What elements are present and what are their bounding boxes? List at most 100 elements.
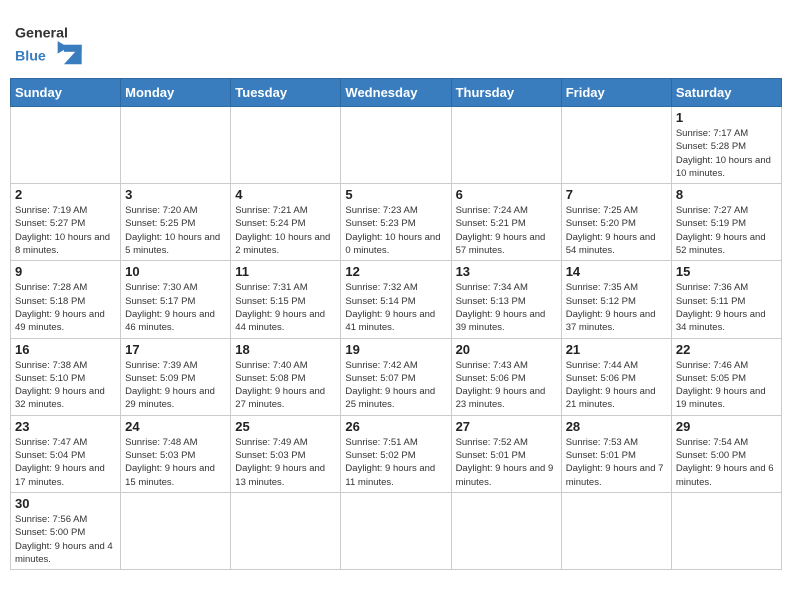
calendar-cell: 14Sunrise: 7:35 AM Sunset: 5:12 PM Dayli… bbox=[561, 261, 671, 338]
day-info: Sunrise: 7:47 AM Sunset: 5:04 PM Dayligh… bbox=[15, 436, 116, 489]
day-number: 26 bbox=[345, 419, 446, 434]
day-number: 15 bbox=[676, 264, 777, 279]
calendar-cell: 5 Sunrise: 7:23 AM Sunset: 5:23 PM Daylig… bbox=[341, 184, 451, 261]
calendar-cell: 23 Sunrise: 7:47 AM Sunset: 5:04 PM Dayli… bbox=[11, 415, 121, 492]
day-number: 25 bbox=[235, 419, 336, 434]
calendar-cell: 2 Sunrise: 7:19 AM Sunset: 5:27 PM Daylig… bbox=[11, 184, 121, 261]
day-info: Sunrise: 7:44 AM Sunset: 5:06 PM Dayligh… bbox=[566, 359, 667, 412]
calendar-cell: 15 Sunrise: 7:36 AM Sunset: 5:11 PM Dayli… bbox=[671, 261, 781, 338]
day-info: Sunrise: 7:23 AM Sunset: 5:23 PM Dayligh… bbox=[345, 204, 446, 257]
day-info: Sunrise: 7:42 AM Sunset: 5:07 PM Dayligh… bbox=[345, 359, 446, 412]
day-number: 17 bbox=[125, 342, 226, 357]
calendar-cell bbox=[231, 107, 341, 184]
day-number: 28 bbox=[566, 419, 667, 434]
calendar-cell: 13 Sunrise: 7:34 AM Sunset: 5:13 PM Dayli… bbox=[451, 261, 561, 338]
day-number: 19 bbox=[345, 342, 446, 357]
day-info: Sunrise: 7:31 AM Sunset: 5:15 PM Dayligh… bbox=[235, 281, 336, 334]
calendar-cell: 16Sunrise: 7:38 AM Sunset: 5:10 PM Dayli… bbox=[11, 338, 121, 415]
day-number: 20 bbox=[456, 342, 557, 357]
calendar-week-row: 30 Sunrise: 7:56 AM Sunset: 5:00 PM Dayli… bbox=[11, 492, 782, 569]
calendar-cell: 1Sunrise: 7:17 AM Sunset: 5:28 PM Daylig… bbox=[671, 107, 781, 184]
calendar-cell bbox=[11, 107, 121, 184]
calendar-week-row: 1Sunrise: 7:17 AM Sunset: 5:28 PM Daylig… bbox=[11, 107, 782, 184]
day-info: Sunrise: 7:21 AM Sunset: 5:24 PM Dayligh… bbox=[235, 204, 336, 257]
calendar-cell: 24 Sunrise: 7:48 AM Sunset: 5:03 PM Dayli… bbox=[121, 415, 231, 492]
day-info: Sunrise: 7:52 AM Sunset: 5:01 PM Dayligh… bbox=[456, 436, 557, 489]
calendar-cell: 10 Sunrise: 7:30 AM Sunset: 5:17 PM Dayli… bbox=[121, 261, 231, 338]
calendar-cell bbox=[561, 107, 671, 184]
calendar-cell bbox=[561, 492, 671, 569]
day-info: Sunrise: 7:49 AM Sunset: 5:03 PM Dayligh… bbox=[235, 436, 336, 489]
calendar-cell bbox=[451, 107, 561, 184]
calendar-cell: 27 Sunrise: 7:52 AM Sunset: 5:01 PM Dayli… bbox=[451, 415, 561, 492]
day-info: Sunrise: 7:36 AM Sunset: 5:11 PM Dayligh… bbox=[676, 281, 777, 334]
svg-text:Blue: Blue bbox=[15, 49, 46, 65]
day-info: Sunrise: 7:35 AM Sunset: 5:12 PM Dayligh… bbox=[566, 281, 667, 334]
calendar-cell bbox=[451, 492, 561, 569]
day-number: 5 bbox=[345, 187, 446, 202]
day-number: 18 bbox=[235, 342, 336, 357]
day-info: Sunrise: 7:20 AM Sunset: 5:25 PM Dayligh… bbox=[125, 204, 226, 257]
day-info: Sunrise: 7:17 AM Sunset: 5:28 PM Dayligh… bbox=[676, 127, 777, 180]
day-info: Sunrise: 7:32 AM Sunset: 5:14 PM Dayligh… bbox=[345, 281, 446, 334]
calendar-cell: 8Sunrise: 7:27 AM Sunset: 5:19 PM Daylig… bbox=[671, 184, 781, 261]
day-number: 22 bbox=[676, 342, 777, 357]
page-header: General Blue bbox=[10, 10, 782, 70]
calendar-cell: 12 Sunrise: 7:32 AM Sunset: 5:14 PM Dayli… bbox=[341, 261, 451, 338]
day-number: 4 bbox=[235, 187, 336, 202]
calendar-week-row: 2 Sunrise: 7:19 AM Sunset: 5:27 PM Daylig… bbox=[11, 184, 782, 261]
day-number: 6 bbox=[456, 187, 557, 202]
calendar-cell: 28 Sunrise: 7:53 AM Sunset: 5:01 PM Dayli… bbox=[561, 415, 671, 492]
calendar-cell: 30 Sunrise: 7:56 AM Sunset: 5:00 PM Dayli… bbox=[11, 492, 121, 569]
day-number: 11 bbox=[235, 264, 336, 279]
day-info: Sunrise: 7:39 AM Sunset: 5:09 PM Dayligh… bbox=[125, 359, 226, 412]
calendar-cell: 6 Sunrise: 7:24 AM Sunset: 5:21 PM Daylig… bbox=[451, 184, 561, 261]
day-number: 12 bbox=[345, 264, 446, 279]
day-number: 30 bbox=[15, 496, 116, 511]
day-number: 10 bbox=[125, 264, 226, 279]
day-info: Sunrise: 7:28 AM Sunset: 5:18 PM Dayligh… bbox=[15, 281, 116, 334]
calendar-cell: 9Sunrise: 7:28 AM Sunset: 5:18 PM Daylig… bbox=[11, 261, 121, 338]
day-info: Sunrise: 7:34 AM Sunset: 5:13 PM Dayligh… bbox=[456, 281, 557, 334]
calendar-cell: 3 Sunrise: 7:20 AM Sunset: 5:25 PM Daylig… bbox=[121, 184, 231, 261]
day-number: 8 bbox=[676, 187, 777, 202]
day-number: 2 bbox=[15, 187, 116, 202]
calendar-cell: 22 Sunrise: 7:46 AM Sunset: 5:05 PM Dayli… bbox=[671, 338, 781, 415]
day-info: Sunrise: 7:56 AM Sunset: 5:00 PM Dayligh… bbox=[15, 513, 116, 566]
day-number: 24 bbox=[125, 419, 226, 434]
day-info: Sunrise: 7:24 AM Sunset: 5:21 PM Dayligh… bbox=[456, 204, 557, 257]
calendar-cell: 18 Sunrise: 7:40 AM Sunset: 5:08 PM Dayli… bbox=[231, 338, 341, 415]
calendar-cell bbox=[231, 492, 341, 569]
calendar-cell: 29Sunrise: 7:54 AM Sunset: 5:00 PM Dayli… bbox=[671, 415, 781, 492]
calendar-cell: 25 Sunrise: 7:49 AM Sunset: 5:03 PM Dayli… bbox=[231, 415, 341, 492]
calendar-week-row: 16Sunrise: 7:38 AM Sunset: 5:10 PM Dayli… bbox=[11, 338, 782, 415]
day-info: Sunrise: 7:40 AM Sunset: 5:08 PM Dayligh… bbox=[235, 359, 336, 412]
day-info: Sunrise: 7:53 AM Sunset: 5:01 PM Dayligh… bbox=[566, 436, 667, 489]
calendar-week-row: 23 Sunrise: 7:47 AM Sunset: 5:04 PM Dayli… bbox=[11, 415, 782, 492]
day-number: 23 bbox=[15, 419, 116, 434]
calendar-cell bbox=[341, 492, 451, 569]
day-info: Sunrise: 7:30 AM Sunset: 5:17 PM Dayligh… bbox=[125, 281, 226, 334]
day-info: Sunrise: 7:38 AM Sunset: 5:10 PM Dayligh… bbox=[15, 359, 116, 412]
day-info: Sunrise: 7:19 AM Sunset: 5:27 PM Dayligh… bbox=[15, 204, 116, 257]
weekday-header-friday: Friday bbox=[561, 79, 671, 107]
day-info: Sunrise: 7:46 AM Sunset: 5:05 PM Dayligh… bbox=[676, 359, 777, 412]
day-number: 27 bbox=[456, 419, 557, 434]
calendar-cell: 11 Sunrise: 7:31 AM Sunset: 5:15 PM Dayli… bbox=[231, 261, 341, 338]
day-info: Sunrise: 7:48 AM Sunset: 5:03 PM Dayligh… bbox=[125, 436, 226, 489]
weekday-header-saturday: Saturday bbox=[671, 79, 781, 107]
calendar-cell bbox=[341, 107, 451, 184]
calendar-cell: 7Sunrise: 7:25 AM Sunset: 5:20 PM Daylig… bbox=[561, 184, 671, 261]
calendar-cell bbox=[671, 492, 781, 569]
weekday-header-row: SundayMondayTuesdayWednesdayThursdayFrid… bbox=[11, 79, 782, 107]
logo: General Blue bbox=[15, 15, 95, 70]
calendar-cell bbox=[121, 492, 231, 569]
day-info: Sunrise: 7:43 AM Sunset: 5:06 PM Dayligh… bbox=[456, 359, 557, 412]
day-info: Sunrise: 7:54 AM Sunset: 5:00 PM Dayligh… bbox=[676, 436, 777, 489]
calendar-cell: 19 Sunrise: 7:42 AM Sunset: 5:07 PM Dayli… bbox=[341, 338, 451, 415]
calendar-cell bbox=[121, 107, 231, 184]
day-number: 13 bbox=[456, 264, 557, 279]
day-number: 3 bbox=[125, 187, 226, 202]
calendar-cell: 26Sunrise: 7:51 AM Sunset: 5:02 PM Dayli… bbox=[341, 415, 451, 492]
calendar-cell: 20 Sunrise: 7:43 AM Sunset: 5:06 PM Dayli… bbox=[451, 338, 561, 415]
